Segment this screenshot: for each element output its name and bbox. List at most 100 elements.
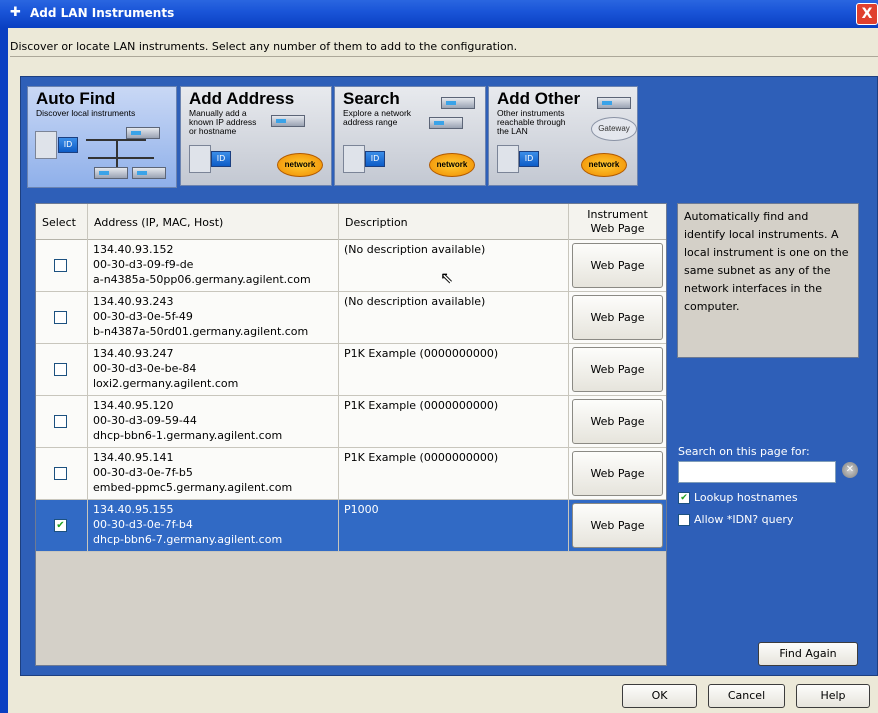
row-checkbox[interactable] <box>54 363 67 376</box>
table-row[interactable]: ✔ 134.40.95.155 00-30-d3-0e-7f-b4 dhcp-bbn6… <box>36 500 666 552</box>
search-label: Search on this page for: <box>678 445 810 458</box>
description-cell: (No description available) <box>339 240 569 291</box>
address-cell: 134.40.95.141 00-30-d3-0e-7f-b5 embed-ppmc… <box>88 448 339 499</box>
network-cloud-icon: network <box>429 153 475 177</box>
help-text-box: Automatically find and identify local in… <box>677 203 859 358</box>
tab-search[interactable]: Search Explore a network address range I… <box>334 86 486 186</box>
select-cell <box>36 448 88 499</box>
hostname: dhcp-bbn6-1.germany.agilent.com <box>93 429 283 442</box>
web-page-cell: Web Page <box>569 448 666 499</box>
checkbox-icon[interactable] <box>678 514 690 526</box>
tab-title: Auto Find <box>36 89 116 108</box>
lookup-hostnames-label: Lookup hostnames <box>694 491 798 504</box>
web-page-cell: Web Page <box>569 396 666 447</box>
row-checkbox[interactable] <box>54 259 67 272</box>
mac-address: 00-30-d3-0e-7f-b4 <box>93 518 193 531</box>
row-checkbox[interactable] <box>54 467 67 480</box>
row-checkbox[interactable]: ✔ <box>54 519 67 532</box>
table-row[interactable]: 134.40.93.152 00-30-d3-09-f9-de a-n4385a-5… <box>36 240 666 292</box>
close-button[interactable]: X <box>856 3 878 25</box>
mouse-cursor-icon: ⇖ <box>440 268 454 287</box>
tab-desc: Manually add a known IP address or hostn… <box>189 108 257 136</box>
address-cell: 134.40.93.152 00-30-d3-09-f9-de a-n4385a-5… <box>88 240 339 291</box>
ip-address: 134.40.95.120 <box>93 399 174 412</box>
table-row[interactable]: 134.40.95.120 00-30-d3-09-59-44 dhcp-bbn6-… <box>36 396 666 448</box>
table-row[interactable]: 134.40.93.243 00-30-d3-0e-5f-49 b-n4387a-5… <box>36 292 666 344</box>
tab-desc: Other instruments reachable through the … <box>497 108 566 136</box>
select-cell <box>36 292 88 343</box>
instrument-icon <box>429 117 463 129</box>
clear-search-icon[interactable]: ✕ <box>842 462 858 478</box>
web-page-button[interactable]: Web Page <box>572 451 663 496</box>
lookup-hostnames-checkbox[interactable]: ✔ Lookup hostnames <box>678 491 798 504</box>
ip-address: 134.40.95.155 <box>93 503 174 516</box>
network-cloud-icon: network <box>581 153 627 177</box>
hostname: loxi2.germany.agilent.com <box>93 377 239 390</box>
web-page-button[interactable]: Web Page <box>572 347 663 392</box>
row-checkbox[interactable] <box>54 311 67 324</box>
address-cell: 134.40.95.155 00-30-d3-0e-7f-b4 dhcp-bbn6-… <box>88 500 339 551</box>
app-icon: ✚ <box>10 5 21 20</box>
column-header-web-page[interactable]: Instrument Web Page <box>569 204 666 240</box>
computer-icon <box>343 145 365 173</box>
table-header: Select Address (IP, MAC, Host) Descripti… <box>36 204 666 240</box>
id-screen-icon: ID <box>58 137 78 153</box>
hostname: a-n4385a-50pp06.germany.agilent.com <box>93 273 311 286</box>
web-page-button[interactable]: Web Page <box>572 503 663 548</box>
instrument-icon <box>271 115 305 127</box>
description-cell: P1000 <box>339 500 569 551</box>
help-button[interactable]: Help <box>796 684 870 708</box>
description-cell: (No description available) <box>339 292 569 343</box>
divider <box>10 56 878 57</box>
cancel-button[interactable]: Cancel <box>708 684 785 708</box>
instrument-table: Select Address (IP, MAC, Host) Descripti… <box>35 203 667 666</box>
ip-address: 134.40.93.247 <box>93 347 174 360</box>
tab-title: Search <box>343 89 400 108</box>
instructions-text: Discover or locate LAN instruments. Sele… <box>10 40 518 53</box>
checkbox-icon[interactable]: ✔ <box>678 492 690 504</box>
title-bar: ✚ Add LAN Instruments X <box>0 0 878 28</box>
hostname: b-n4387a-50rd01.germany.agilent.com <box>93 325 309 338</box>
tab-title: Add Other <box>497 89 581 108</box>
address-cell: 134.40.93.243 00-30-d3-0e-5f-49 b-n4387a-5… <box>88 292 339 343</box>
network-cloud-icon: network <box>277 153 323 177</box>
window-frame <box>0 28 8 713</box>
ip-address: 134.40.95.141 <box>93 451 174 464</box>
row-checkbox[interactable] <box>54 415 67 428</box>
search-input[interactable] <box>678 461 836 483</box>
mac-address: 00-30-d3-09-f9-de <box>93 258 194 271</box>
find-again-button[interactable]: Find Again <box>758 642 858 666</box>
description-cell: P1K Example (0000000000) <box>339 396 569 447</box>
ok-button[interactable]: OK <box>622 684 697 708</box>
address-cell: 134.40.93.247 00-30-d3-0e-be-84 loxi2.germ… <box>88 344 339 395</box>
hostname: dhcp-bbn6-7.germany.agilent.com <box>93 533 283 546</box>
web-page-button[interactable]: Web Page <box>572 399 663 444</box>
column-header-select[interactable]: Select <box>36 204 88 240</box>
address-cell: 134.40.95.120 00-30-d3-09-59-44 dhcp-bbn6-… <box>88 396 339 447</box>
column-header-description[interactable]: Description <box>339 204 569 240</box>
tab-add-other[interactable]: Add Other Other instruments reachable th… <box>488 86 638 186</box>
tab-desc: Discover local instruments <box>36 108 136 118</box>
mac-address: 00-30-d3-0e-5f-49 <box>93 310 193 323</box>
ip-address: 134.40.93.152 <box>93 243 174 256</box>
instrument-icon <box>597 97 631 109</box>
tab-add-address[interactable]: Add Address Manually add a known IP addr… <box>180 86 332 186</box>
column-header-address[interactable]: Address (IP, MAC, Host) <box>88 204 339 240</box>
instrument-icon <box>132 167 166 179</box>
table-row[interactable]: 134.40.93.247 00-30-d3-0e-be-84 loxi2.germ… <box>36 344 666 396</box>
tab-auto-find[interactable]: Auto Find Discover local instruments ID <box>27 86 177 188</box>
web-page-button[interactable]: Web Page <box>572 295 663 340</box>
select-cell: ✔ <box>36 500 88 551</box>
computer-icon <box>35 131 57 159</box>
table-row[interactable]: 134.40.95.141 00-30-d3-0e-7f-b5 embed-ppmc… <box>36 448 666 500</box>
id-screen-icon: ID <box>365 151 385 167</box>
id-screen-icon: ID <box>211 151 231 167</box>
description-cell: P1K Example (0000000000) <box>339 448 569 499</box>
web-page-cell: Web Page <box>569 292 666 343</box>
allow-idn-checkbox[interactable]: Allow *IDN? query <box>678 513 793 526</box>
window-title: Add LAN Instruments <box>30 6 175 20</box>
web-page-button[interactable]: Web Page <box>572 243 663 288</box>
computer-icon <box>497 145 519 173</box>
network-wire <box>116 139 118 167</box>
description-cell: P1K Example (0000000000) <box>339 344 569 395</box>
